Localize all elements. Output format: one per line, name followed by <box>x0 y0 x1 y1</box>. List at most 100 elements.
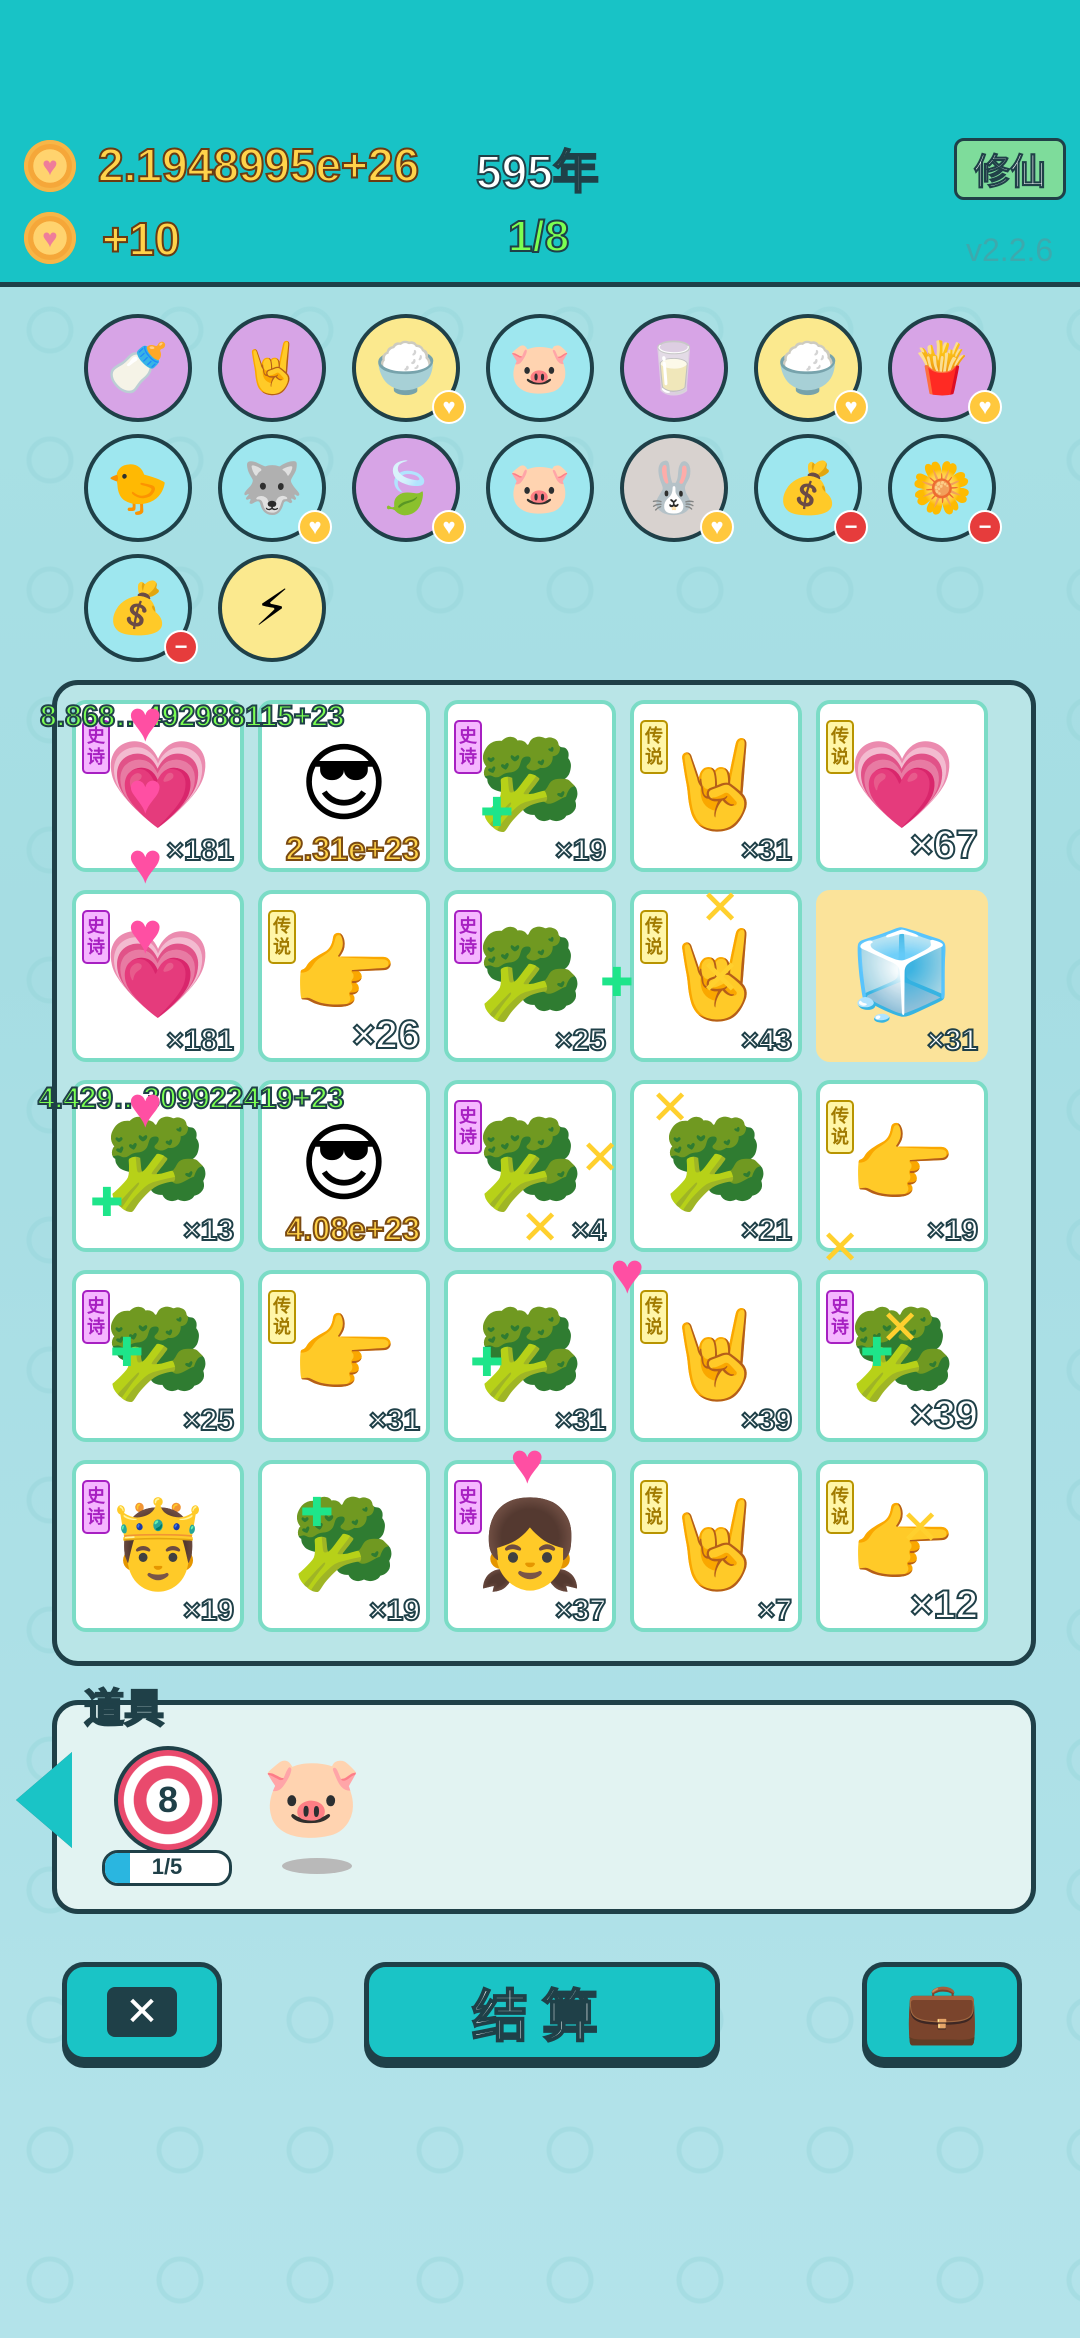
float-value-top: 8.868…492988115+23 <box>39 699 345 734</box>
cell-multiplier: ×181 <box>165 1023 235 1058</box>
green-hair-face-icon: 🥦 <box>662 1116 770 1213</box>
target-count: 8 <box>157 1779 179 1820</box>
cell-multiplier: ×37 <box>554 1593 607 1628</box>
fridge-icon: 🧊 <box>848 926 956 1023</box>
board-cell[interactable]: 传说 👉 ×26 <box>258 890 430 1062</box>
cell-multiplier: ×25 <box>182 1403 235 1438</box>
green-hair-face-icon: 🥦 <box>476 1306 584 1403</box>
cell-multiplier: ×43 <box>740 1023 793 1058</box>
rice-bag-icon[interactable]: 💰 − <box>754 434 868 544</box>
rice-bowl-icon[interactable]: 🍚 ♥ <box>352 314 466 424</box>
board-cell[interactable]: 传说 🤘 ×31 <box>630 700 802 872</box>
piggy-bank-icon[interactable]: 🐷 <box>486 314 594 422</box>
bag-button[interactable]: 💼 <box>862 1962 1022 2062</box>
sunglasses-man-icon: 😎 <box>299 736 389 832</box>
green-hair-face-icon: 🥦 <box>476 1116 584 1213</box>
cell-multiplier: ×12 <box>909 1582 979 1628</box>
board-cell[interactable]: 🥦 ×31 <box>444 1270 616 1442</box>
rice-bowl-icon[interactable]: 🍚 ♥ <box>754 314 868 424</box>
board-cell[interactable]: 🧊 ×31 <box>816 890 988 1062</box>
props-title: 道具 <box>83 1686 165 1732</box>
coin-icon: ♥ <box>24 212 76 264</box>
exit-button[interactable]: ✕ <box>62 1962 222 2062</box>
lightning-icon[interactable]: ⚡ <box>218 554 326 662</box>
pointing-hand-icon: 👉 <box>848 1116 956 1213</box>
target-progress-text: 1/5 <box>151 1854 183 1879</box>
rice-bag-icon[interactable]: 💰 − <box>84 554 198 664</box>
board-cell[interactable]: 传说 🤘 ×39 <box>630 1270 802 1442</box>
board-cell[interactable]: 传说 🤘 ×7 <box>630 1460 802 1632</box>
board-cell[interactable]: 史诗 🥦 ×25 <box>72 1270 244 1442</box>
green-hair-face-icon: 🥦 <box>476 926 584 1023</box>
husky-icon[interactable]: 🐺 ♥ <box>218 434 332 544</box>
cell-multiplier: ×19 <box>554 833 607 868</box>
board-cell[interactable]: 史诗 🥦 ×19 <box>444 700 616 872</box>
heart-badge-icon: ♥ <box>298 510 332 544</box>
sunglasses-man-icon: 😎 <box>299 1116 389 1212</box>
board-cell[interactable]: 史诗 👧 ×37 <box>444 1460 616 1632</box>
board-cell[interactable]: 传说 🤘 ×43 <box>630 890 802 1062</box>
rock-hand-icon[interactable]: 🤘 <box>218 314 326 422</box>
heart-badge-icon: ♥ <box>432 510 466 544</box>
cell-multiplier: ×4 <box>571 1213 607 1248</box>
board-cell[interactable]: 🥦 ×21 <box>630 1080 802 1252</box>
board-cell[interactable]: 🥦 ×19 <box>258 1460 430 1632</box>
board-cell[interactable]: 史诗 🥦 ×39 <box>816 1270 988 1442</box>
cell-multiplier: ×25 <box>554 1023 607 1058</box>
green-hair-face-icon: 🥦 <box>104 1116 212 1213</box>
leaf-icon[interactable]: 🍃 ♥ <box>352 434 466 544</box>
left-arrow-icon[interactable] <box>16 1752 72 1848</box>
top-bar: ♥ 2.1948995e+26 595年 ♥ +10 1/8 修仙 v2.2.6 <box>0 0 1080 287</box>
version-label: v2.2.6 <box>966 232 1054 268</box>
green-hair-face-icon: 🥦 <box>290 1496 398 1593</box>
cell-multiplier: ×19 <box>926 1213 979 1248</box>
target-icon[interactable]: 8 <box>114 1746 222 1854</box>
cell-multiplier: 4.08e+23 <box>285 1210 421 1248</box>
board-cell[interactable]: 传说 💗 ×67 <box>816 700 988 872</box>
board-cell[interactable]: 史诗 🥦 ×4 <box>444 1080 616 1252</box>
potted-flower-icon[interactable]: 🌼 − <box>888 434 1002 544</box>
briefcase-icon: 💼 <box>904 1978 980 2046</box>
board-cell[interactable]: 传说 👉 ×12 <box>816 1460 988 1632</box>
heart-icon: 💗 <box>104 736 212 833</box>
board-cell[interactable]: 传说 👉 ×31 <box>258 1270 430 1442</box>
milk-jar-icon[interactable]: 🥛 <box>620 314 728 422</box>
board-cell[interactable]: 史诗 🤴 ×19 <box>72 1460 244 1632</box>
cultivate-button[interactable]: 修仙 <box>954 138 1066 200</box>
heart-badge-icon: ♥ <box>834 390 868 424</box>
cell-multiplier: 2.31e+23 <box>285 830 421 868</box>
heart-badge-icon: ♥ <box>432 390 466 424</box>
cell-multiplier: ×39 <box>909 1392 979 1438</box>
rock-hand-icon: 🤘 <box>662 1496 770 1593</box>
king-face-icon: 🤴 <box>104 1496 212 1593</box>
girl-face-icon: 👧 <box>476 1496 584 1593</box>
heart-badge-icon: ♥ <box>700 510 734 544</box>
pointing-hand-icon: 👉 <box>290 1306 398 1403</box>
cell-multiplier: ×26 <box>351 1012 421 1058</box>
chick-icon[interactable]: 🐤 <box>84 434 192 542</box>
board-cell[interactable]: 史诗 🥦 ×25 <box>444 890 616 1062</box>
baby-bottle-icon[interactable]: 🍼 <box>84 314 192 422</box>
fries-icon[interactable]: 🍟 ♥ <box>888 314 1002 424</box>
cell-multiplier: ×31 <box>368 1403 421 1438</box>
green-hair-face-icon: 🥦 <box>476 736 584 833</box>
piggy-bank-icon[interactable]: 🐷 <box>486 434 594 542</box>
rock-hand-icon: 🤘 <box>662 736 770 833</box>
green-hair-face-icon: 🥦 <box>104 1306 212 1403</box>
rock-hand-icon: 🤘 <box>662 926 770 1023</box>
cell-multiplier: ×31 <box>926 1023 979 1058</box>
cell-multiplier: ×21 <box>740 1213 793 1248</box>
settle-button[interactable]: 结算 <box>364 1962 720 2062</box>
piggy-bank-icon[interactable]: 🐷 <box>262 1750 362 1844</box>
board-cell[interactable]: 传说 👉 ×19 <box>816 1080 988 1252</box>
coins-total: 2.1948995e+26 <box>97 138 420 192</box>
cell-multiplier: ×31 <box>554 1403 607 1438</box>
close-icon: ✕ <box>107 1987 177 2037</box>
cell-multiplier: ×39 <box>740 1403 793 1438</box>
float-value-mid: 4.429…309922419+23 <box>37 1081 345 1116</box>
minus-badge-icon: − <box>968 510 1002 544</box>
round-progress: 1/8 <box>507 211 570 262</box>
years-count: 595年 <box>475 145 600 199</box>
rabbit-icon[interactable]: 🐰 ♥ <box>620 434 734 544</box>
board-cell[interactable]: 史诗 💗 ×181 <box>72 890 244 1062</box>
